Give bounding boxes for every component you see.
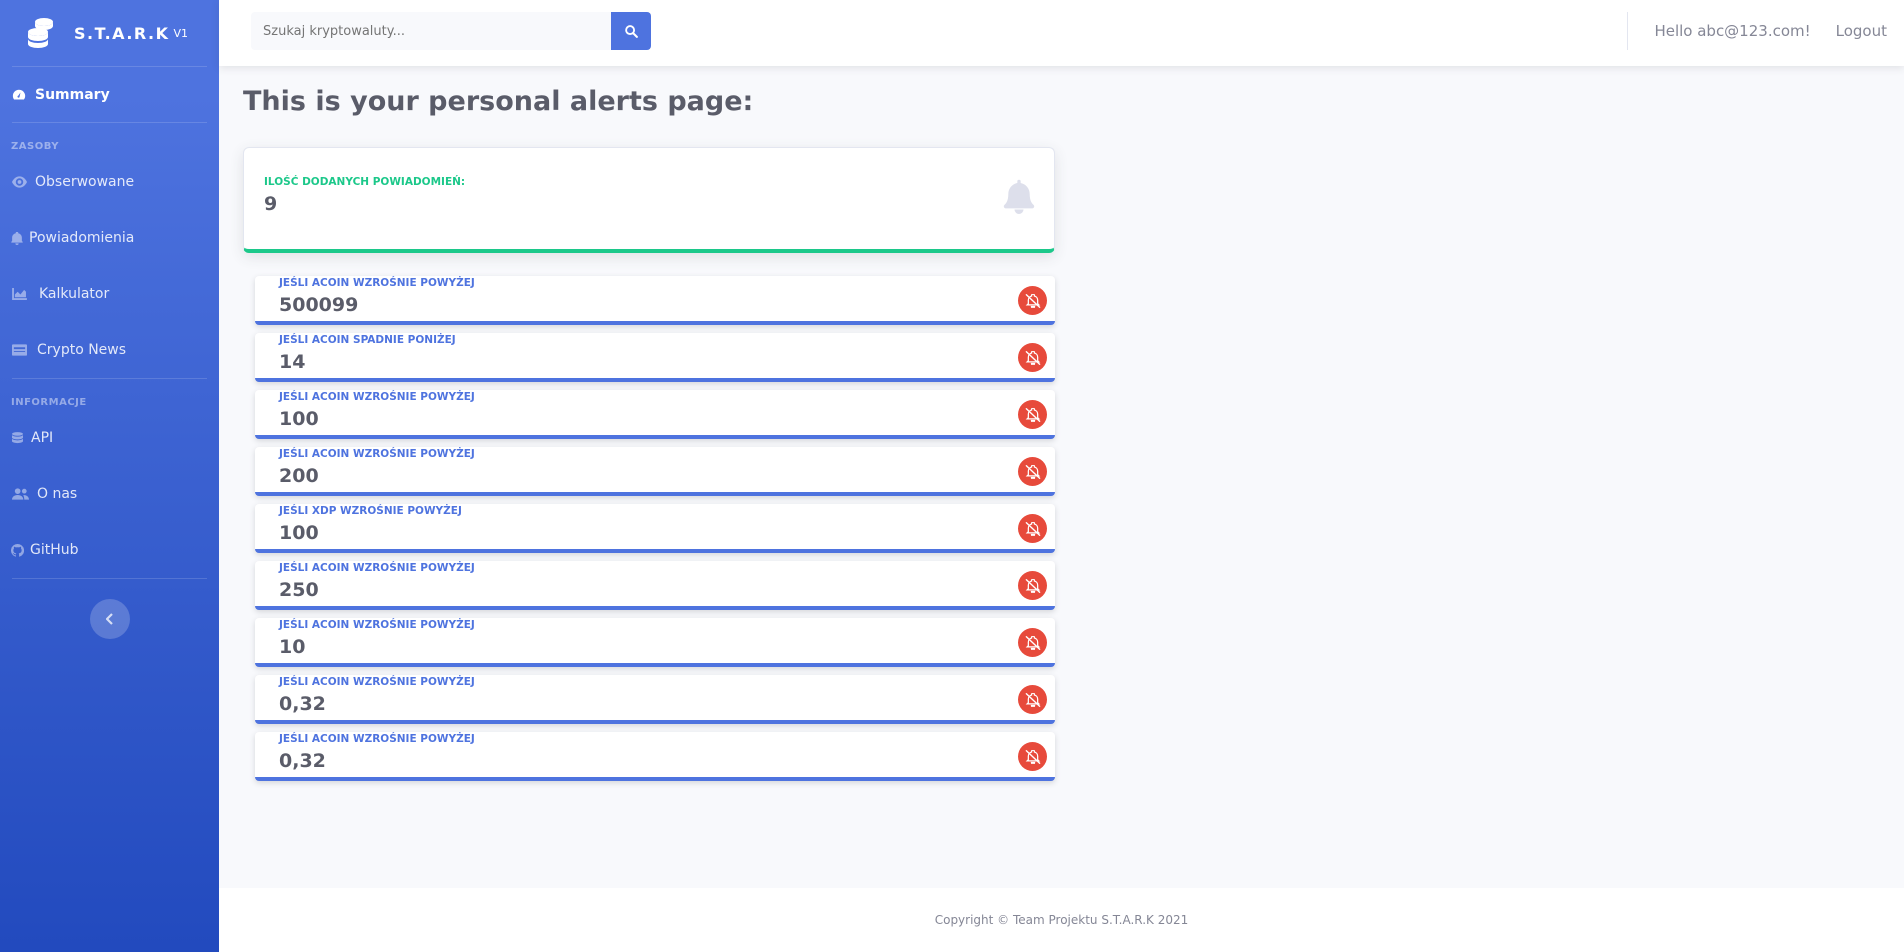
delete-alert-button[interactable] [1018, 514, 1047, 543]
delete-alert-button[interactable] [1018, 685, 1047, 714]
users-icon [11, 486, 29, 502]
copyright-text: Copyright © Team Projektu S.T.A.R.K 2021 [934, 913, 1189, 927]
sidebar-heading-resources: ZASOBY [11, 141, 60, 152]
alerts-count-label: Ilość dodanych powiadomień: [264, 176, 466, 188]
alert-threshold: 250 [279, 579, 319, 601]
alert-card: Jeśli ACOIN wzrośnie powyżej 200 [255, 447, 1055, 496]
alert-threshold: 100 [279, 522, 319, 544]
alerts-count-value: 9 [264, 193, 278, 215]
alert-condition: Jeśli ACOIN wzrośnie powyżej [279, 676, 475, 688]
alert-threshold: 100 [279, 408, 319, 430]
delete-alert-button[interactable] [1018, 628, 1047, 657]
brand-version: V1 [173, 26, 189, 40]
alert-card: Jeśli ACOIN wzrośnie powyżej 0,32 [255, 675, 1055, 724]
sidebar-toggle-button[interactable] [89, 599, 130, 639]
bell-slash-icon [1025, 293, 1040, 308]
sidebar-heading-info: INFORMACJE [11, 397, 87, 408]
sidebar-item-obserwowane[interactable]: Obserwowane [0, 154, 219, 210]
alert-condition: Jeśli ACOIN wzrośnie powyżej [279, 619, 475, 631]
bell-slash-icon [1025, 635, 1040, 650]
sidebar-item-api[interactable]: API [0, 410, 219, 466]
alert-card: Jeśli ACOIN wzrośnie powyżej 100 [255, 390, 1055, 439]
alert-threshold: 500099 [279, 294, 359, 316]
sidebar-divider [12, 578, 207, 579]
sidebar-item-powiadomienia[interactable]: Powiadomienia [0, 210, 219, 266]
topbar-divider [1627, 12, 1629, 50]
alert-condition: Jeśli XDP wzrośnie powyżej [279, 505, 462, 517]
sidebar-item-github[interactable]: GitHub [0, 522, 219, 578]
delete-alert-button[interactable] [1018, 343, 1047, 372]
bell-slash-icon [1025, 464, 1040, 479]
chevron-left-icon [105, 613, 113, 625]
alert-card: Jeśli ACOIN wzrośnie powyżej 10 [255, 618, 1055, 667]
coins-icon [28, 18, 53, 48]
user-area: Hello abc@123.com! Logout [1627, 12, 1904, 50]
alerts-list: Jeśli ACOIN wzrośnie powyżej 500099 Jeśli … [255, 276, 1055, 789]
topbar: Hello abc@123.com! Logout [219, 0, 1904, 66]
chart-area-icon [11, 286, 27, 302]
sidebar-item-label: Summary [35, 86, 110, 103]
alert-card: Jeśli ACOIN wzrośnie powyżej 500099 [255, 276, 1055, 325]
bell-slash-icon [1025, 350, 1040, 365]
sidebar-item-label: Obserwowane [35, 174, 135, 190]
footer: Copyright © Team Projektu S.T.A.R.K 2021 [219, 888, 1904, 952]
bell-icon [1003, 179, 1035, 214]
delete-alert-button[interactable] [1018, 400, 1047, 429]
github-icon [11, 542, 24, 558]
sidebar-item-kalkulator[interactable]: Kalkulator [0, 266, 219, 322]
search-input[interactable] [251, 12, 611, 50]
logout-link[interactable]: Logout [1836, 22, 1887, 40]
alert-condition: Jeśli ACOIN wzrośnie powyżej [279, 733, 475, 745]
bell-slash-icon [1025, 578, 1040, 593]
sidebar-item-label: API [31, 430, 54, 446]
sidebar-item-label: GitHub [30, 542, 79, 558]
delete-alert-button[interactable] [1018, 571, 1047, 600]
bell-slash-icon [1025, 692, 1040, 707]
alert-card: Jeśli ACOIN wzrośnie powyżej 0,32 [255, 732, 1055, 781]
sidebar-item-summary[interactable]: Summary [0, 67, 219, 122]
brand-name: S.T.A.R.K [74, 23, 170, 43]
bell-slash-icon [1025, 521, 1040, 536]
database-icon [11, 430, 23, 446]
page-title: This is your personal alerts page: [243, 86, 754, 117]
alerts-count-card: Ilość dodanych powiadomień: 9 [243, 147, 1055, 253]
tachometer-icon [11, 87, 27, 103]
alert-condition: Jeśli ACOIN spadnie poniżej [279, 334, 456, 346]
alert-condition: Jeśli ACOIN wzrośnie powyżej [279, 448, 475, 460]
sidebar-item-crypto-news[interactable]: Crypto News [0, 322, 219, 378]
delete-alert-button[interactable] [1018, 457, 1047, 486]
newspaper-icon [11, 342, 27, 358]
user-greeting[interactable]: Hello abc@123.com! [1654, 22, 1810, 40]
alert-card: Jeśli XDP wzrośnie powyżej 100 [255, 504, 1055, 553]
alert-threshold: 0,32 [279, 750, 326, 772]
alert-threshold: 10 [279, 636, 306, 658]
search-button[interactable] [611, 12, 651, 50]
delete-alert-button[interactable] [1018, 742, 1047, 771]
sidebar: S.T.A.R.K V1 Summary ZASOBY Obserwowane … [0, 0, 219, 952]
search-icon [624, 24, 638, 38]
alert-threshold: 0,32 [279, 693, 326, 715]
alert-threshold: 200 [279, 465, 319, 487]
sidebar-item-label: O nas [37, 486, 78, 502]
bell-icon [11, 230, 23, 246]
alert-condition: Jeśli ACOIN wzrośnie powyżej [279, 277, 475, 289]
alert-card: Jeśli ACOIN wzrośnie powyżej 250 [255, 561, 1055, 610]
sidebar-item-o-nas[interactable]: O nas [0, 466, 219, 522]
delete-alert-button[interactable] [1018, 286, 1047, 315]
bell-slash-icon [1025, 407, 1040, 422]
sidebar-item-label: Powiadomienia [29, 230, 135, 246]
alert-condition: Jeśli ACOIN wzrośnie powyżej [279, 562, 475, 574]
search-form [251, 12, 651, 50]
bell-slash-icon [1025, 749, 1040, 764]
sidebar-item-label: Crypto News [37, 342, 127, 358]
alert-condition: Jeśli ACOIN wzrośnie powyżej [279, 391, 475, 403]
eye-icon [11, 174, 27, 190]
alert-card: Jeśli ACOIN spadnie poniżej 14 [255, 333, 1055, 382]
alert-threshold: 14 [279, 351, 306, 373]
sidebar-item-label: Kalkulator [39, 286, 110, 302]
brand[interactable]: S.T.A.R.K V1 [0, 0, 219, 66]
